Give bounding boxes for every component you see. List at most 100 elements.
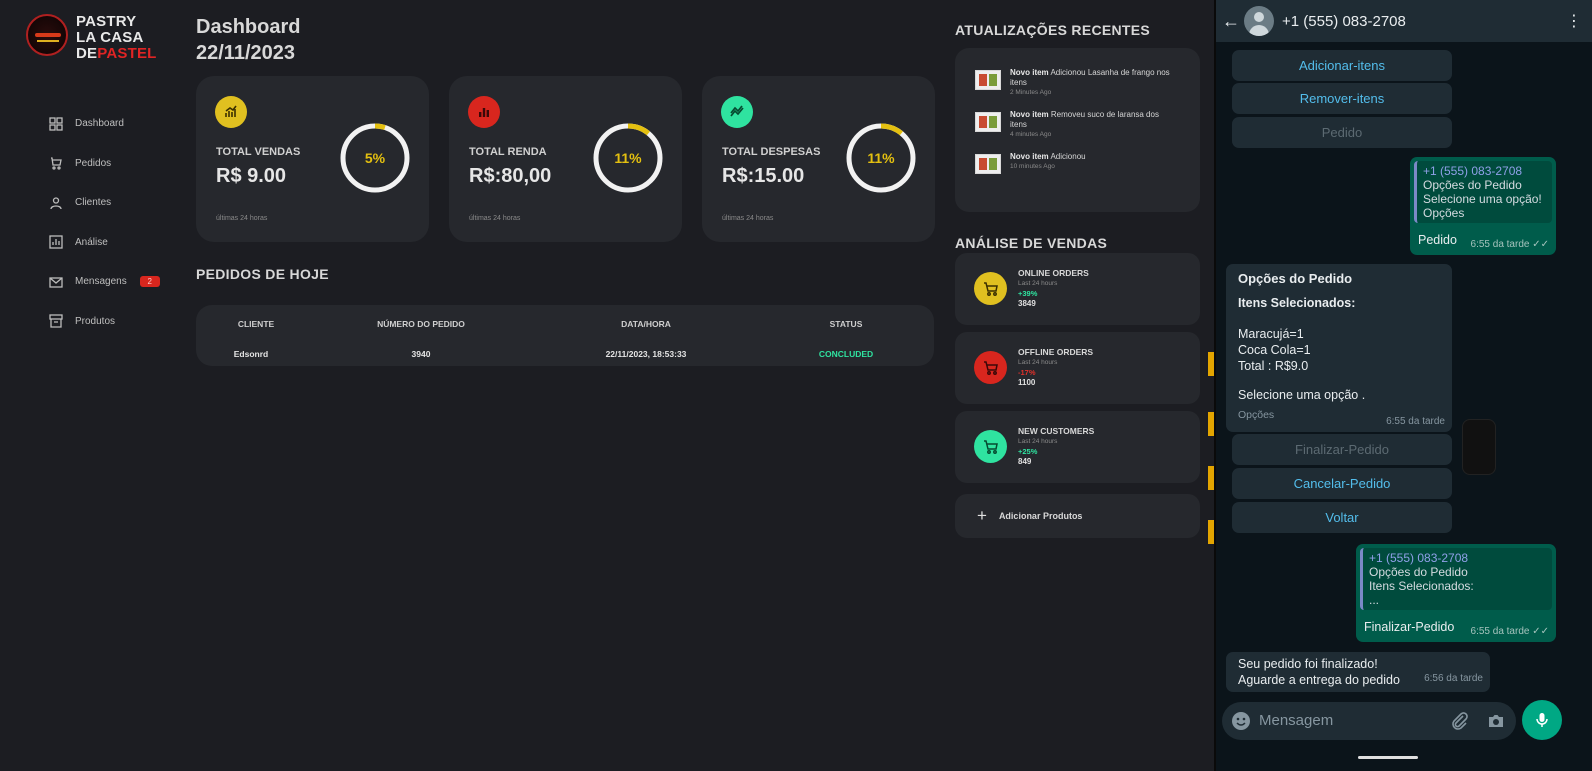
cart-icon — [974, 351, 1007, 384]
column-header: NÚMERO DO PEDIDO — [377, 319, 465, 329]
orders-icon — [48, 155, 64, 171]
orders-table: CLIENTE NÚMERO DO PEDIDO DATA/HORA STATU… — [196, 305, 934, 366]
list-item[interactable]: Novo item Adicionou Lasanha de frango no… — [975, 68, 1170, 97]
emoji-icon[interactable] — [1230, 710, 1252, 737]
mail-icon — [48, 274, 64, 290]
cell-client: Edsonrd — [233, 349, 269, 359]
sales-section-title: ANÁLISE DE VENDAS — [955, 235, 1108, 251]
progress-ring: 5% — [339, 122, 411, 194]
user-icon — [48, 195, 64, 211]
sidebar-item-produtos[interactable]: Produtos — [48, 302, 160, 342]
message-time: 6:56 da tarde — [1424, 673, 1483, 684]
column-header: DATA/HORA — [621, 319, 671, 329]
attach-icon[interactable] — [1450, 711, 1470, 736]
quick-reply-finalizar-pedido[interactable]: Finalizar-Pedido — [1232, 434, 1452, 465]
update-prefix: Novo item — [1010, 110, 1049, 119]
more-options-icon[interactable]: ⋮ — [1566, 11, 1582, 31]
message-title: Opções do Pedido — [1238, 271, 1353, 286]
sales-new-customers[interactable]: NEW CUSTOMERS Last 24 hours +25% 849 — [955, 411, 1200, 483]
orders-section-title: PEDIDOS DE HOJE — [196, 266, 329, 282]
sales-subtitle: Last 24 hours — [1018, 280, 1058, 287]
recent-updates-panel: Novo item Adicionou Lasanha de frango no… — [955, 48, 1200, 212]
plus-icon: + — [977, 506, 987, 525]
brand[interactable]: PASTRY LA CASA DEPASTEL — [26, 14, 157, 62]
quote-author: +1 (555) 083-2708 — [1369, 551, 1469, 565]
sales-offline-orders[interactable]: OFFLINE ORDERS Last 24 hours -17% 1100 — [955, 332, 1200, 404]
cell-order-number: 3940 — [411, 349, 431, 359]
sidebar: Dashboard Pedidos Clientes Análise Mensa… — [48, 104, 160, 341]
update-time: 10 minutes Ago — [1010, 163, 1055, 170]
avatar[interactable] — [1244, 6, 1274, 36]
quote-line: Opções do Pedido — [1423, 178, 1522, 192]
camera-icon[interactable] — [1486, 711, 1506, 736]
card-label: TOTAL VENDAS — [216, 146, 301, 158]
quick-reply-pedido[interactable]: Pedido — [1232, 117, 1452, 148]
message-line: Coca Cola=1 — [1238, 343, 1311, 357]
quote-line: Itens Selecionados: — [1369, 579, 1474, 593]
sidebar-item-pedidos[interactable]: Pedidos — [48, 144, 160, 184]
message-incoming[interactable]: Opções do Pedido Itens Selecionados: Mar… — [1226, 264, 1452, 432]
card-label: TOTAL DESPESAS — [722, 146, 821, 158]
sales-count: 3849 — [1018, 299, 1036, 308]
message-time: 6:55 da tarde — [1386, 416, 1445, 427]
update-text: Novo item Adicionou — [1010, 152, 1170, 162]
quoted-message: +1 (555) 083-2708 Opções do Pedido Itens… — [1360, 548, 1552, 610]
brand-logo — [26, 14, 68, 56]
sidebar-item-label: Dashboard — [75, 118, 124, 130]
message-count-badge: 2 — [139, 276, 160, 288]
message-composer[interactable]: Mensagem — [1222, 702, 1516, 740]
page-title: Dashboard 22/11/2023 — [196, 14, 300, 66]
sales-title: OFFLINE ORDERS — [1018, 347, 1094, 357]
message-line: Maracujá=1 — [1238, 327, 1304, 341]
sidebar-item-label: Mensagens — [75, 276, 127, 288]
sales-change: +39% — [1018, 289, 1038, 298]
message-outgoing[interactable]: +1 (555) 083-2708 Opções do Pedido Selec… — [1410, 157, 1556, 255]
sidebar-item-label: Clientes — [75, 197, 112, 209]
message-prompt: Selecione uma opção . — [1238, 388, 1366, 402]
card-total-vendas: TOTAL VENDAS R$ 9.00 últimas 24 horas 5% — [196, 76, 429, 242]
column-header: STATUS — [829, 319, 863, 329]
quick-reply-cancelar-pedido[interactable]: Cancelar-Pedido — [1232, 468, 1452, 499]
card-total-despesas: TOTAL DESPESAS R$:15.00 últimas 24 horas… — [702, 76, 935, 242]
update-time: 2 Minutes Ago — [1010, 89, 1052, 96]
quick-reply-voltar[interactable]: Voltar — [1232, 502, 1452, 533]
add-products-label: Adicionar Produtos — [998, 511, 1083, 521]
message-incoming[interactable]: Seu pedido foi finalizado! Aguarde a ent… — [1226, 652, 1490, 692]
brand-line-2: LA CASA — [76, 29, 144, 46]
chat-messages: Adicionar-itens Remover-itens Pedido +1 … — [1216, 42, 1592, 700]
add-products-button[interactable]: + Adicionar Produtos — [955, 494, 1200, 538]
sales-online-orders[interactable]: ONLINE ORDERS Last 24 hours +39% 3849 — [955, 253, 1200, 325]
brand-line-1: PASTRY — [76, 13, 137, 30]
card-value: R$:80,00 — [469, 165, 552, 187]
update-text: Novo item Removeu suco de laransa dos it… — [1010, 110, 1170, 130]
sales-count: 1100 — [1018, 378, 1036, 387]
sales-subtitle: Last 24 hours — [1018, 359, 1058, 366]
message-text: Pedido — [1418, 233, 1457, 247]
cart-icon — [974, 430, 1007, 463]
sidebar-item-mensagens[interactable]: Mensagens 2 — [48, 262, 160, 302]
cart-icon — [974, 272, 1007, 305]
contact-name[interactable]: +1 (555) 083-2708 — [1282, 13, 1406, 30]
update-prefix: Novo item — [1010, 68, 1049, 77]
quick-reply-adicionar-itens[interactable]: Adicionar-itens — [1232, 50, 1452, 81]
bar-chart-icon — [215, 96, 247, 128]
sidebar-item-clientes[interactable]: Clientes — [48, 183, 160, 223]
brand-name: PASTRY LA CASA DEPASTEL — [76, 14, 157, 62]
sidebar-item-analise[interactable]: Análise — [48, 223, 160, 263]
sales-change: -17% — [1018, 368, 1036, 377]
back-arrow-icon[interactable]: ← — [1222, 11, 1240, 32]
quick-reply-remover-itens[interactable]: Remover-itens — [1232, 83, 1452, 114]
sidebar-item-dashboard[interactable]: Dashboard — [48, 104, 160, 144]
message-line: Seu pedido foi finalizado! — [1238, 657, 1378, 671]
sidebar-item-label: Pedidos — [75, 157, 112, 169]
update-prefix: Novo item — [1010, 152, 1049, 161]
message-input[interactable]: Mensagem — [1259, 712, 1333, 729]
list-item[interactable]: Novo item Removeu suco de laransa dos it… — [975, 110, 1170, 139]
chat-header: ← +1 (555) 083-2708 ⋮ — [1216, 0, 1592, 42]
list-item[interactable]: Novo item Adicionou 10 minutes Ago — [975, 152, 1170, 174]
whatsapp-chat-window: ← +1 (555) 083-2708 ⋮ Adicionar-itens Re… — [1214, 0, 1592, 771]
trend-icon — [721, 96, 753, 128]
quote-line: Selecione uma opção! — [1423, 192, 1542, 206]
microphone-button[interactable] — [1522, 700, 1562, 740]
message-outgoing[interactable]: +1 (555) 083-2708 Opções do Pedido Itens… — [1356, 544, 1556, 642]
